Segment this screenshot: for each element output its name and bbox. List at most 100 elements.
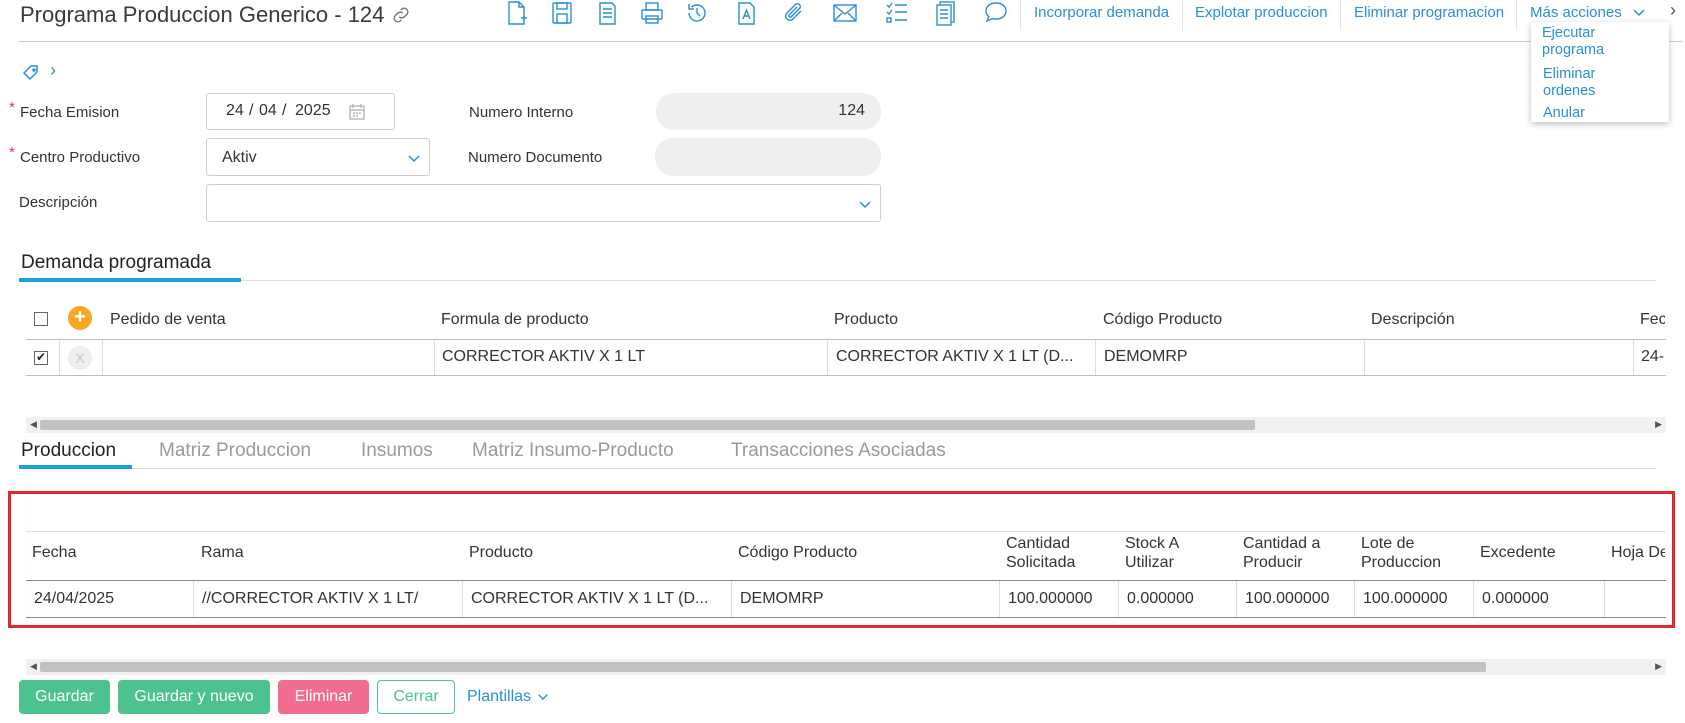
comment-icon[interactable] <box>983 0 1009 26</box>
document-list-icon[interactable] <box>594 0 620 26</box>
col-lote-de-produccion: Lote de Produccion <box>1361 535 1442 571</box>
scroll-left-icon[interactable]: ◀ <box>30 661 37 672</box>
table-row[interactable]: 24/04/2025 //CORRECTOR AKTIV X 1 LT/ COR… <box>26 581 1666 617</box>
descripcion-label: Descripción <box>19 194 98 211</box>
required-mark: * <box>9 144 15 161</box>
table-row[interactable]: ✔ X CORRECTOR AKTIV X 1 LT CORRECTOR AKT… <box>26 340 1666 375</box>
col-cantidad-solicitada: Cantidad Solicitada <box>1006 535 1076 571</box>
demanda-section-title: Demanda programada <box>21 252 212 273</box>
cell-producto[interactable]: CORRECTOR AKTIV X 1 LT (D... <box>471 590 733 608</box>
tab-produccion[interactable]: Produccion <box>21 440 116 462</box>
centro-productivo-select[interactable]: Aktiv <box>206 138 430 176</box>
text-document-icon[interactable] <box>733 0 759 26</box>
cell-codigo[interactable]: DEMOMRP <box>740 590 990 608</box>
cell-cantidad-solicitada[interactable]: 100.000000 <box>1008 590 1118 608</box>
chevron-down-icon <box>1633 9 1645 17</box>
centro-productivo-value: Aktiv <box>222 149 257 166</box>
history-icon[interactable] <box>684 0 710 26</box>
breadcrumb-chevron-icon[interactable]: › <box>50 60 56 81</box>
checklist-icon[interactable] <box>884 0 910 26</box>
numero-documento-label: Numero Documento <box>468 149 603 166</box>
print-icon[interactable] <box>639 0 665 26</box>
mas-acciones-link[interactable]: Más acciones <box>1530 4 1646 21</box>
cell-formula[interactable]: CORRECTOR AKTIV X 1 LT <box>442 348 812 366</box>
scrollbar-thumb[interactable] <box>40 420 1255 430</box>
scroll-right-icon[interactable]: ▶ <box>1655 419 1662 430</box>
mas-acciones-label: Más acciones <box>1530 4 1622 21</box>
demanda-horizontal-scrollbar[interactable]: ◀ ▶ <box>26 417 1666 433</box>
report-icon[interactable] <box>933 0 959 26</box>
tab-insumos[interactable]: Insumos <box>361 440 433 462</box>
col-excedente: Excedente <box>1480 544 1556 561</box>
cell-rama[interactable]: //CORRECTOR AKTIV X 1 LT/ <box>202 590 462 608</box>
fecha-year[interactable]: 2025 <box>295 102 331 120</box>
col-stock-a-utilizar: Stock A Utilizar <box>1125 535 1179 571</box>
cell-cantidad-a-producir[interactable]: 100.000000 <box>1245 590 1355 608</box>
attachment-icon[interactable] <box>782 0 808 26</box>
tab-transacciones-asociadas[interactable]: Transacciones Asociadas <box>731 440 946 462</box>
more-actions-menu: Ejecutar programa Eliminar ordenes Anula… <box>1531 22 1669 122</box>
fecha-emision-field[interactable]: 24 / 04 / 2025 <box>206 93 395 130</box>
calendar-icon[interactable] <box>348 103 366 121</box>
cell-excedente[interactable]: 0.000000 <box>1482 590 1602 608</box>
cell-producto[interactable]: CORRECTOR AKTIV X 1 LT (D... <box>836 348 1098 366</box>
mail-icon[interactable] <box>832 0 858 26</box>
produccion-horizontal-scrollbar[interactable]: ◀ ▶ <box>26 659 1666 675</box>
add-row-icon[interactable]: + <box>68 306 92 330</box>
col-codigo-producto: Código Producto <box>738 544 858 561</box>
incorporar-demanda-link[interactable]: Incorporar demanda <box>1034 4 1169 21</box>
explotar-produccion-link[interactable]: Explotar produccion <box>1195 4 1328 21</box>
col-producto: Producto <box>834 311 899 328</box>
menu-item-ejecutar-programa[interactable]: Ejecutar programa <box>1542 25 1642 59</box>
delete-row-icon[interactable]: X <box>68 346 92 370</box>
save-icon[interactable] <box>549 0 575 26</box>
tab-matriz-insumo-producto[interactable]: Matriz Insumo-Producto <box>472 440 674 462</box>
fecha-emision-label: Fecha Emision <box>20 104 120 121</box>
numero-interno-field: 124 <box>656 93 881 130</box>
chevron-right-icon[interactable]: › <box>1670 0 1676 21</box>
cell-fecha[interactable]: 24- <box>1641 348 1666 366</box>
col-pedido-venta: Pedido de venta <box>110 311 226 328</box>
col-hoja-de: Hoja De <box>1611 544 1665 561</box>
col-producto: Producto <box>469 544 534 561</box>
numero-interno-value: 124 <box>838 102 865 119</box>
scroll-right-icon[interactable]: ▶ <box>1655 661 1662 672</box>
cell-lote-de-produccion[interactable]: 100.000000 <box>1363 590 1473 608</box>
guardar-y-nuevo-button[interactable]: Guardar y nuevo <box>118 680 270 714</box>
eliminar-programacion-link[interactable]: Eliminar programacion <box>1354 4 1504 21</box>
scrollbar-thumb[interactable] <box>40 662 1486 672</box>
chevron-down-icon <box>859 201 871 209</box>
cell-fecha[interactable]: 24/04/2025 <box>34 590 194 608</box>
cerrar-button[interactable]: Cerrar <box>377 680 455 714</box>
eliminar-button[interactable]: Eliminar <box>278 680 369 714</box>
col-descripcion: Descripción <box>1371 311 1455 328</box>
col-rama: Rama <box>201 544 244 561</box>
guardar-button[interactable]: Guardar <box>19 680 110 714</box>
new-document-icon[interactable] <box>503 0 529 26</box>
numero-documento-field <box>655 138 881 176</box>
col-fecha: Fecha <box>32 544 77 561</box>
link-icon[interactable] <box>390 4 412 26</box>
cell-stock-a-utilizar[interactable]: 0.000000 <box>1127 590 1237 608</box>
row-checkbox[interactable]: ✔ <box>34 351 48 365</box>
menu-item-eliminar-ordenes[interactable]: Eliminar ordenes <box>1543 66 1643 100</box>
col-fecha: Fec <box>1640 311 1665 328</box>
scroll-left-icon[interactable]: ◀ <box>30 419 37 430</box>
numero-interno-label: Numero Interno <box>469 104 574 121</box>
cell-codigo[interactable]: DEMOMRP <box>1104 348 1354 366</box>
tag-icon[interactable] <box>21 63 41 88</box>
tab-matriz-produccion[interactable]: Matriz Produccion <box>159 440 311 462</box>
fecha-day[interactable]: 24 <box>226 102 244 120</box>
descripcion-select[interactable] <box>206 184 881 222</box>
col-formula-producto: Formula de producto <box>441 311 589 328</box>
chevron-down-icon <box>538 694 549 701</box>
col-codigo-producto: Código Producto <box>1103 311 1223 328</box>
centro-productivo-label: Centro Productivo <box>20 149 141 166</box>
plantillas-dropdown[interactable]: Plantillas <box>467 688 549 706</box>
menu-item-anular[interactable]: Anular <box>1543 105 1643 122</box>
chevron-down-icon <box>408 155 420 163</box>
fecha-month[interactable]: 04 <box>259 102 277 120</box>
required-mark: * <box>9 99 15 116</box>
select-all-checkbox[interactable] <box>34 312 48 326</box>
page-title: Programa Produccion Generico - 124 <box>20 2 385 27</box>
